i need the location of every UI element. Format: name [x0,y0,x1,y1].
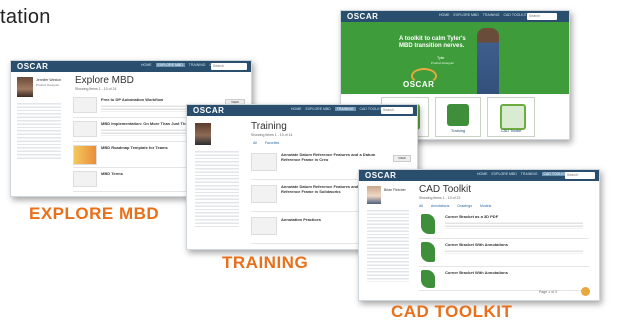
avatar [367,186,381,204]
toolkit-icon [500,104,526,130]
search-input[interactable]: Search [211,63,247,70]
hero-person-name: Tyler [437,56,445,60]
item-title[interactable]: Annotate Datum Reference Features and a … [281,152,391,162]
view-button[interactable]: VIEW [393,155,411,162]
tile-cad-toolkit[interactable]: CAD Toolkit [487,97,535,137]
nav-explore-mbd[interactable]: EXPLORE MBD [306,107,331,111]
nav-training[interactable]: TRAINING [189,63,206,67]
list-item[interactable]: Corner Bracket as a 3D PDF [419,212,589,239]
nav-home[interactable]: HOME [141,63,152,67]
hero-brand: OSCAR [403,80,435,89]
tab-favorites[interactable]: Favorites [265,141,279,145]
main-nav: HOME EXPLORE MBDTRAINING CAD TOOLKIT [291,107,387,111]
tab-drawings[interactable]: Drawings [457,204,472,208]
tile-label: Training [450,128,466,133]
caption-cad-toolkit: CAD TOOLKIT [391,302,513,321]
hero-banner: A toolkit to calm Tyler's MBD transition… [341,22,569,94]
main-nav: HOME EXPLORE MBD TRAINING CAD TOOLKIT [439,13,531,17]
item-title[interactable]: MBD Terms [101,171,123,176]
profile-bio [195,149,239,229]
nav-explore-mbd[interactable]: EXPLORE MBD [155,63,185,67]
item-title[interactable]: Corner Bracket With Annotations [445,270,508,275]
search-input[interactable]: Search [527,13,557,20]
item-thumbnail [421,242,435,262]
item-thumbnail [73,171,97,187]
nav-training[interactable]: TRAINING [483,13,500,17]
caption-explore-mbd: EXPLORE MBD [29,204,160,223]
navbar: OSCAR HOME EXPLORE MBD TRAINING CAD TOOLKIT… [341,11,569,22]
nav-explore-mbd[interactable]: EXPLORE MBD [454,13,479,17]
item-title[interactable]: Free to DP Automation Workflow [101,97,163,102]
tab-all[interactable]: All [419,204,423,208]
item-thumbnail [73,121,97,137]
page-title: Explore MBD [75,75,134,86]
item-title[interactable]: Corner Bracket With Annotations [445,242,508,247]
nav-home[interactable]: HOME [477,172,488,176]
hero-text: A toolkit to calm Tyler's MBD transition… [399,36,466,49]
pager[interactable]: Page 1 of 3 [539,290,557,294]
page-title: Training [251,121,287,132]
item-description [445,249,583,254]
profile-name: Jennifer Weston [36,78,62,82]
hero-person-role: Product Designer [431,61,455,65]
tile-label: CAD Toolkit [500,128,522,133]
avatar [195,123,211,145]
result-count: Showing items 1 - 10 of 24 [75,87,117,91]
cad-toolkit-window: OSCAR HOME EXPLORE MBD TRAINING CAD TOOLKIT… [358,169,600,301]
nav-home[interactable]: HOME [439,13,450,17]
item-thumbnail [251,217,277,235]
item-thumbnail [251,185,277,203]
item-thumbnail [73,145,97,165]
nav-explore-mbd[interactable]: EXPLORE MBD [492,172,517,176]
profile-bio [367,208,409,282]
tab-models[interactable]: Models [480,204,491,208]
nav-training[interactable]: TRAINING [334,107,356,111]
page-heading: tation [0,6,51,28]
navbar: OSCAR HOME EXPLORE MBDTRAINING CAD TOOLKIT… [187,105,417,116]
list-item[interactable]: Corner Bracket With Annotations [419,268,589,291]
filter-tabs: All Favorites [253,141,287,145]
avatar [17,77,33,97]
list-item[interactable]: Corner Bracket With Annotations [419,240,589,267]
oscar-logo[interactable]: OSCAR [193,106,224,115]
search-input[interactable]: Search [565,172,595,179]
presenter-icon [447,104,469,126]
filter-tabs: All Annotations Drawings Models [419,204,499,208]
item-thumbnail [421,214,435,234]
tab-annotations[interactable]: Annotations [431,204,450,208]
oscar-logo[interactable]: OSCAR [347,12,378,21]
tab-all[interactable]: All [253,141,257,145]
nav-cad-toolkit[interactable]: CAD TOOLKIT [504,13,527,17]
next-page-button[interactable] [581,287,590,296]
navbar: OSCAR HOMEEXPLORE MBDTRAININGCAD TOOLKIT… [359,170,599,181]
hero-person-photo [477,28,499,94]
oscar-logo[interactable]: OSCAR [17,62,48,71]
oscar-logo[interactable]: OSCAR [365,171,396,180]
navbar: OSCAR HOMEEXPLORE MBDTRAININGCAD TOOLKIT… [11,61,251,72]
result-count: Showing items 1 - 10 of 14 [251,133,293,137]
profile-role: Product Designer [36,83,60,87]
item-title[interactable]: Corner Bracket as a 3D PDF [445,214,498,219]
item-title[interactable]: MBD Implementation: On More Than Just Th… [101,121,197,126]
nav-cad-toolkit[interactable]: CAD TOOLKIT [360,107,383,111]
item-description [445,221,583,229]
nav-training[interactable]: TRAINING [521,172,538,176]
caption-training: TRAINING [222,253,309,272]
item-title[interactable]: MBD Roadmap Template for Teams [101,145,168,150]
item-thumbnail [251,153,277,171]
page-title: CAD Toolkit [419,184,472,195]
result-count: Showing items 1 - 10 of 22 [419,196,461,200]
item-thumbnail [73,97,97,113]
search-input[interactable]: Search [381,107,413,114]
tile-training[interactable]: Training [435,97,481,137]
item-thumbnail [421,270,435,288]
main-nav: HOMEEXPLORE MBDTRAININGCAD TOOLKIT [477,172,573,176]
profile-bio [17,101,61,161]
nav-home[interactable]: HOME [291,107,302,111]
profile-name: Brian Fletcher [384,188,406,192]
item-title[interactable]: Annotation Practices [281,217,321,222]
